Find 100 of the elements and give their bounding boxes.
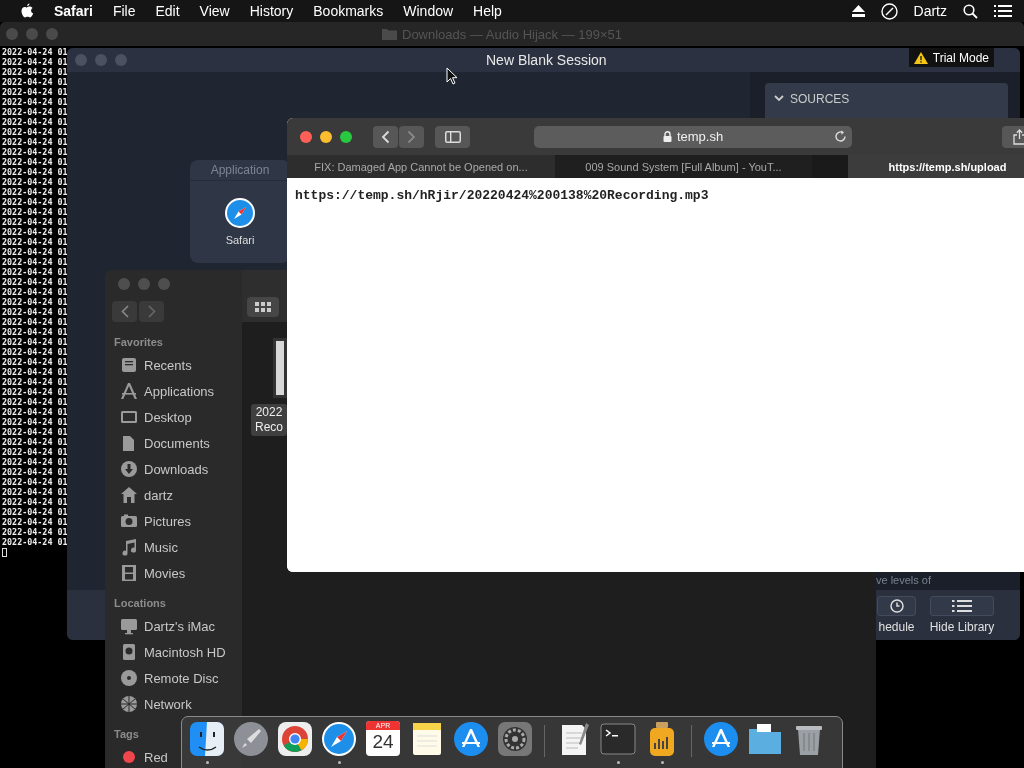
terminal-line: 2022-04-24 01 bbox=[2, 257, 68, 267]
page-text: https://temp.sh/hRjir/20220424%200138%20Recording.mp3 bbox=[295, 188, 710, 203]
terminal-line: 2022-04-24 01 bbox=[2, 377, 68, 387]
disc-icon bbox=[120, 669, 138, 687]
search-icon[interactable] bbox=[963, 3, 978, 19]
compass-icon bbox=[224, 197, 256, 229]
toolbar-button[interactable]: hedule bbox=[877, 596, 916, 640]
sidebar-item[interactable]: Downloads bbox=[112, 456, 209, 482]
menu-item[interactable]: Help bbox=[473, 3, 502, 19]
menu-list-icon[interactable] bbox=[994, 4, 1012, 18]
sidebar-item[interactable]: Red bbox=[112, 744, 168, 768]
chevron-down-icon[interactable] bbox=[774, 95, 784, 102]
terminal-line: 2022-04-24 01 bbox=[2, 207, 68, 217]
terminal-line: 2022-04-24 01 bbox=[2, 357, 68, 367]
file-thumbnail[interactable] bbox=[273, 338, 287, 398]
terminal-line: 2022-04-24 01 bbox=[2, 437, 68, 447]
text-cursor bbox=[2, 548, 7, 557]
terminal-line: 2022-04-24 01 bbox=[2, 427, 68, 437]
gear-icon[interactable] bbox=[497, 721, 533, 757]
terminal-line: 2022-04-24 01 bbox=[2, 307, 68, 317]
reload-icon[interactable] bbox=[834, 129, 847, 143]
pencil-a-icon[interactable] bbox=[703, 721, 739, 757]
user-name[interactable]: Dartz bbox=[913, 3, 947, 19]
sidebar-item[interactable]: Pictures bbox=[112, 508, 191, 534]
smiling-face-icon[interactable] bbox=[189, 721, 225, 757]
sidebar-item[interactable]: Applications bbox=[112, 378, 215, 404]
terminal-line: 2022-04-24 01 bbox=[2, 157, 68, 167]
minimize-button[interactable] bbox=[320, 130, 332, 143]
apple-logo-icon[interactable] bbox=[20, 3, 34, 19]
sidebar-item[interactable]: Macintosh HD bbox=[112, 639, 226, 665]
terminal-line: 2022-04-24 01 bbox=[2, 217, 68, 227]
sidebar-item[interactable]: Music bbox=[112, 534, 178, 560]
grid-view-button[interactable] bbox=[247, 297, 279, 317]
back-button[interactable] bbox=[373, 125, 398, 148]
browser-tab[interactable]: https://temp.sh/upload bbox=[848, 155, 1024, 178]
compass-circle-icon[interactable] bbox=[880, 2, 898, 20]
terminal-line: 2022-04-24 01 bbox=[2, 297, 68, 307]
sidebar-item[interactable]: Recents bbox=[112, 352, 192, 378]
terminal-line: 2022-04-24 01 bbox=[2, 457, 68, 467]
menu-item[interactable]: View bbox=[199, 3, 230, 19]
sources-panel[interactable]: SOURCES bbox=[765, 83, 1008, 120]
terminal-line: 2022-04-24 01 bbox=[2, 197, 68, 207]
monitor-icon bbox=[120, 408, 138, 426]
sidebar-item[interactable]: Desktop bbox=[112, 404, 192, 430]
folder-icon bbox=[382, 28, 397, 40]
pencil-a-icon[interactable] bbox=[453, 721, 489, 757]
terminal-line: 2022-04-24 01 bbox=[2, 517, 68, 527]
eject-icon[interactable] bbox=[851, 5, 865, 17]
zoom-button[interactable] bbox=[340, 130, 352, 143]
terminal-line: 2022-04-24 01 bbox=[2, 467, 68, 477]
sidebar-button[interactable] bbox=[435, 125, 470, 148]
terminal-line: 2022-04-24 01 bbox=[2, 447, 68, 457]
color-ring-icon[interactable] bbox=[277, 721, 313, 757]
chevron-left-icon bbox=[120, 305, 129, 318]
hard-drive-icon bbox=[120, 643, 138, 661]
window-title: New Blank Session bbox=[486, 52, 607, 68]
mouse-pointer-icon bbox=[446, 67, 458, 85]
film-icon bbox=[120, 564, 138, 582]
terminal-line: 2022-04-24 01 bbox=[2, 67, 68, 77]
terminal-line: 2022-04-24 01 bbox=[2, 537, 68, 547]
source-block[interactable]: Application Safari bbox=[190, 160, 290, 263]
back-button[interactable] bbox=[112, 301, 137, 322]
sidebar-icon bbox=[444, 130, 461, 143]
terminal-line: 2022-04-24 01 bbox=[2, 137, 68, 147]
terminal-icon[interactable] bbox=[600, 721, 636, 757]
menu-item[interactable]: Window bbox=[403, 3, 454, 19]
address-bar[interactable]: temp.sh bbox=[534, 125, 852, 148]
terminal-line: 2022-04-24 01 bbox=[2, 367, 68, 377]
terminal-line: 2022-04-24 01 bbox=[2, 47, 68, 57]
menu-item[interactable]: History bbox=[249, 3, 294, 19]
terminal-line: 2022-04-24 01 bbox=[2, 167, 68, 177]
close-button[interactable] bbox=[300, 130, 312, 143]
computer-icon bbox=[120, 617, 138, 635]
toolbar-button[interactable]: Hide Library bbox=[930, 596, 994, 640]
terminal-line: 2022-04-24 01 bbox=[2, 237, 68, 247]
compass-icon[interactable] bbox=[321, 721, 357, 757]
terminal-line: 2022-04-24 01 bbox=[2, 507, 68, 517]
badge-label: Trial Mode bbox=[932, 50, 989, 65]
folder-icon[interactable] bbox=[747, 721, 783, 757]
sidebar-item[interactable]: Documents bbox=[112, 430, 210, 456]
menu-app-name[interactable]: Safari bbox=[54, 3, 93, 19]
browser-tab[interactable]: 009 Sound System [Full Album] - YouT... bbox=[555, 155, 812, 178]
terminal-line: 2022-04-24 01 bbox=[2, 477, 68, 487]
browser-tab[interactable]: FIX: Damaged App Cannot be Opened on... bbox=[287, 155, 555, 178]
file-name[interactable]: 2022 Reco bbox=[251, 404, 287, 436]
list-icon bbox=[952, 599, 972, 613]
forward-button[interactable] bbox=[399, 125, 424, 148]
grid-icon bbox=[255, 302, 271, 312]
sidebar-item[interactable]: Movies bbox=[112, 560, 186, 586]
sidebar-item[interactable]: Remote Disc bbox=[112, 665, 219, 691]
sidebar-item[interactable]: dartz bbox=[112, 482, 173, 508]
menu-item[interactable]: Edit bbox=[155, 3, 180, 19]
app-label: Safari bbox=[225, 234, 255, 246]
sidebar-item[interactable]: Dartz's iMac bbox=[112, 613, 216, 639]
menu-item[interactable]: File bbox=[112, 3, 136, 19]
terminal-line: 2022-04-24 01 bbox=[2, 147, 68, 157]
terminal-line: 2022-04-24 01 bbox=[2, 127, 68, 137]
menu-item[interactable]: Bookmarks bbox=[313, 3, 384, 19]
sidebar-item[interactable]: Network bbox=[112, 691, 192, 717]
terminal-line: 2022-04-24 01 bbox=[2, 117, 68, 127]
